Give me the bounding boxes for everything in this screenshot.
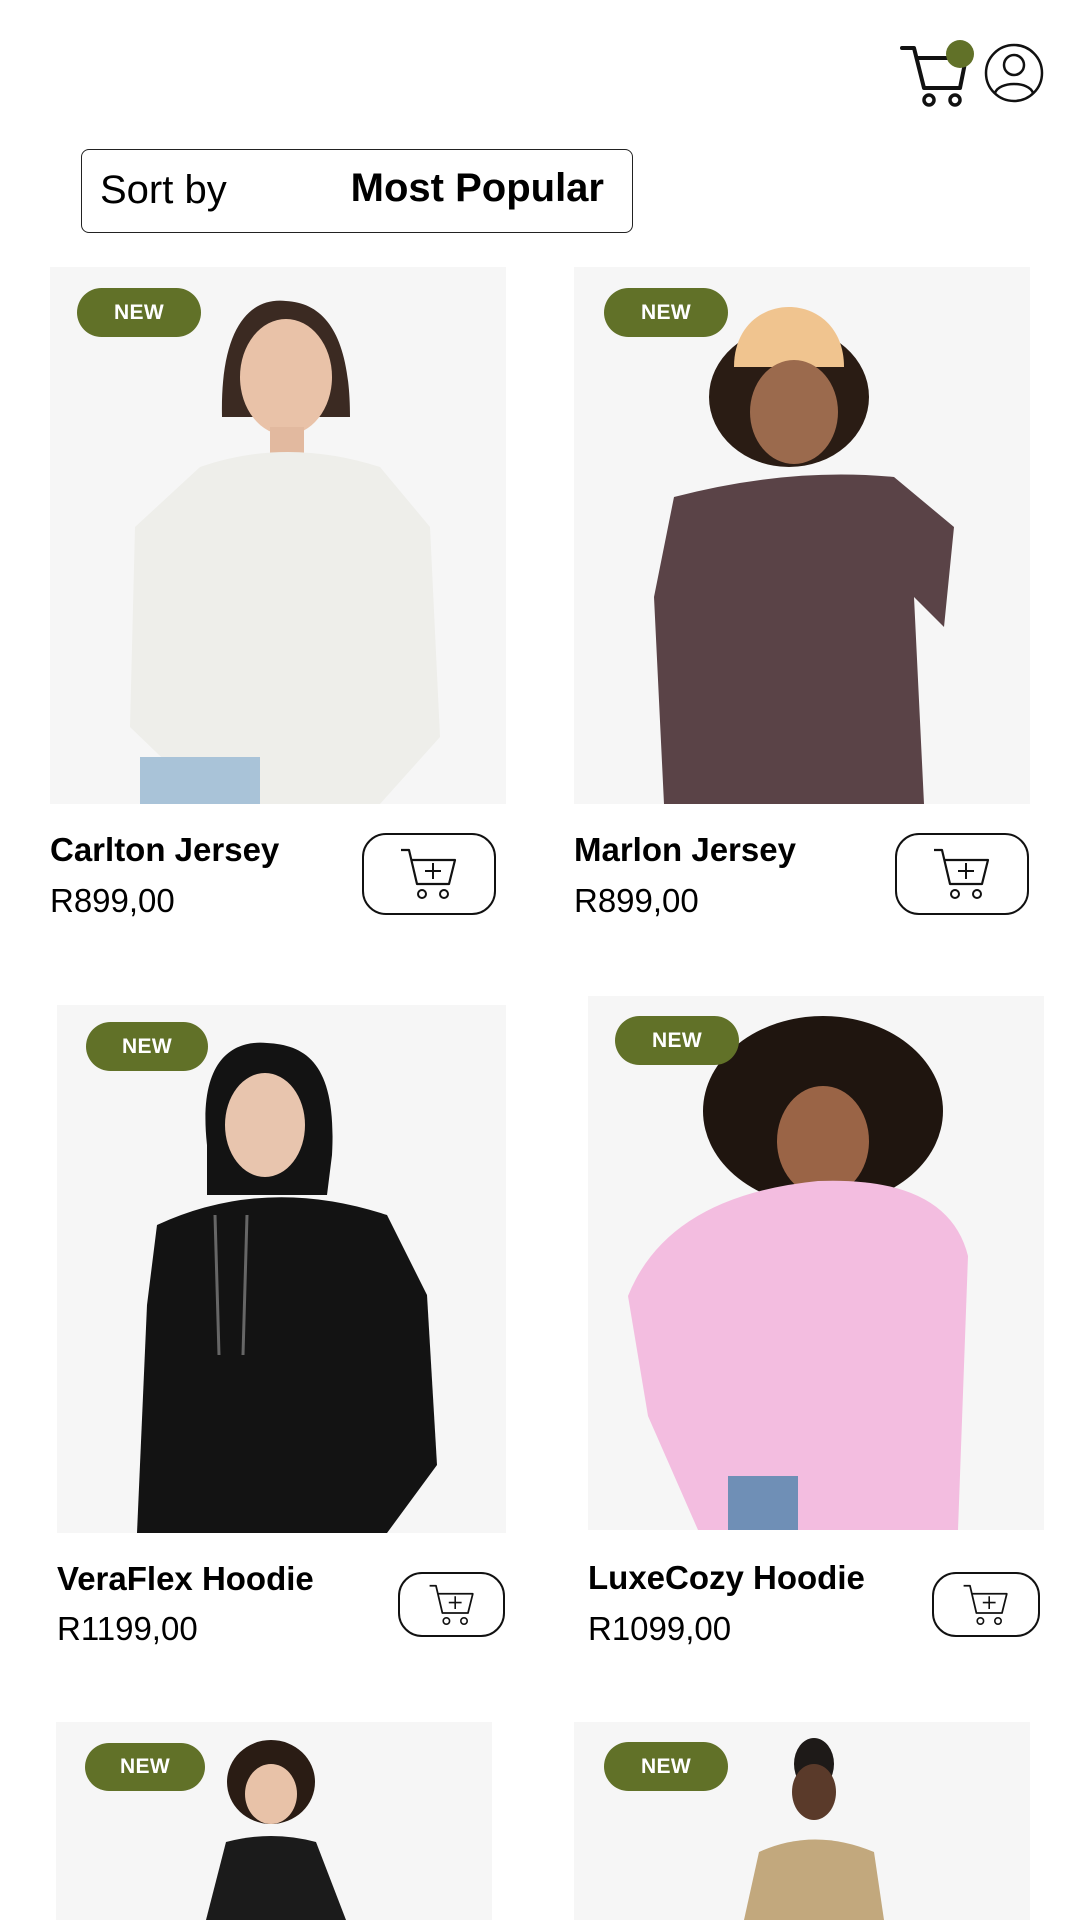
new-badge: NEW <box>86 1022 208 1071</box>
product-image[interactable]: NEW <box>57 1005 506 1533</box>
new-badge: NEW <box>77 288 201 337</box>
new-badge: NEW <box>85 1743 205 1791</box>
product-image[interactable]: NEW <box>50 267 506 804</box>
model-photo <box>628 1016 968 1530</box>
add-to-cart-button[interactable] <box>362 833 496 915</box>
user-profile-icon[interactable] <box>984 43 1044 103</box>
product-name[interactable]: LuxeCozy Hoodie <box>588 1559 865 1597</box>
add-to-cart-icon <box>934 848 990 899</box>
model-photo <box>654 307 954 804</box>
new-badge: NEW <box>615 1016 739 1065</box>
product-name[interactable]: VeraFlex Hoodie <box>57 1560 314 1598</box>
model-photo <box>130 300 440 804</box>
add-to-cart-icon <box>963 1584 1008 1625</box>
product-image[interactable]: NEW <box>574 1722 1030 1920</box>
product-price: R899,00 <box>50 882 175 919</box>
product-image[interactable]: NEW <box>588 996 1044 1530</box>
add-to-cart-button[interactable] <box>932 1572 1040 1637</box>
product-image[interactable]: NEW <box>56 1722 492 1920</box>
add-to-cart-icon <box>401 848 457 899</box>
product-price: R899,00 <box>574 882 699 919</box>
new-badge: NEW <box>604 288 728 337</box>
sort-selected-value: Most Popular <box>350 166 604 210</box>
cart-notification-dot <box>946 40 974 68</box>
product-name[interactable]: Marlon Jersey <box>574 831 796 869</box>
product-image[interactable]: NEW <box>574 267 1030 804</box>
product-price: R1099,00 <box>588 1610 732 1647</box>
model-photo <box>137 1042 437 1533</box>
sort-dropdown[interactable]: Sort by Most Popular <box>81 149 633 233</box>
product-price: R1199,00 <box>57 1610 198 1647</box>
add-to-cart-button[interactable] <box>398 1572 505 1637</box>
sort-label: Sort by <box>100 168 227 212</box>
product-name[interactable]: Carlton Jersey <box>50 831 279 869</box>
add-to-cart-icon <box>429 1584 474 1625</box>
add-to-cart-button[interactable] <box>895 833 1029 915</box>
new-badge: NEW <box>604 1742 728 1791</box>
